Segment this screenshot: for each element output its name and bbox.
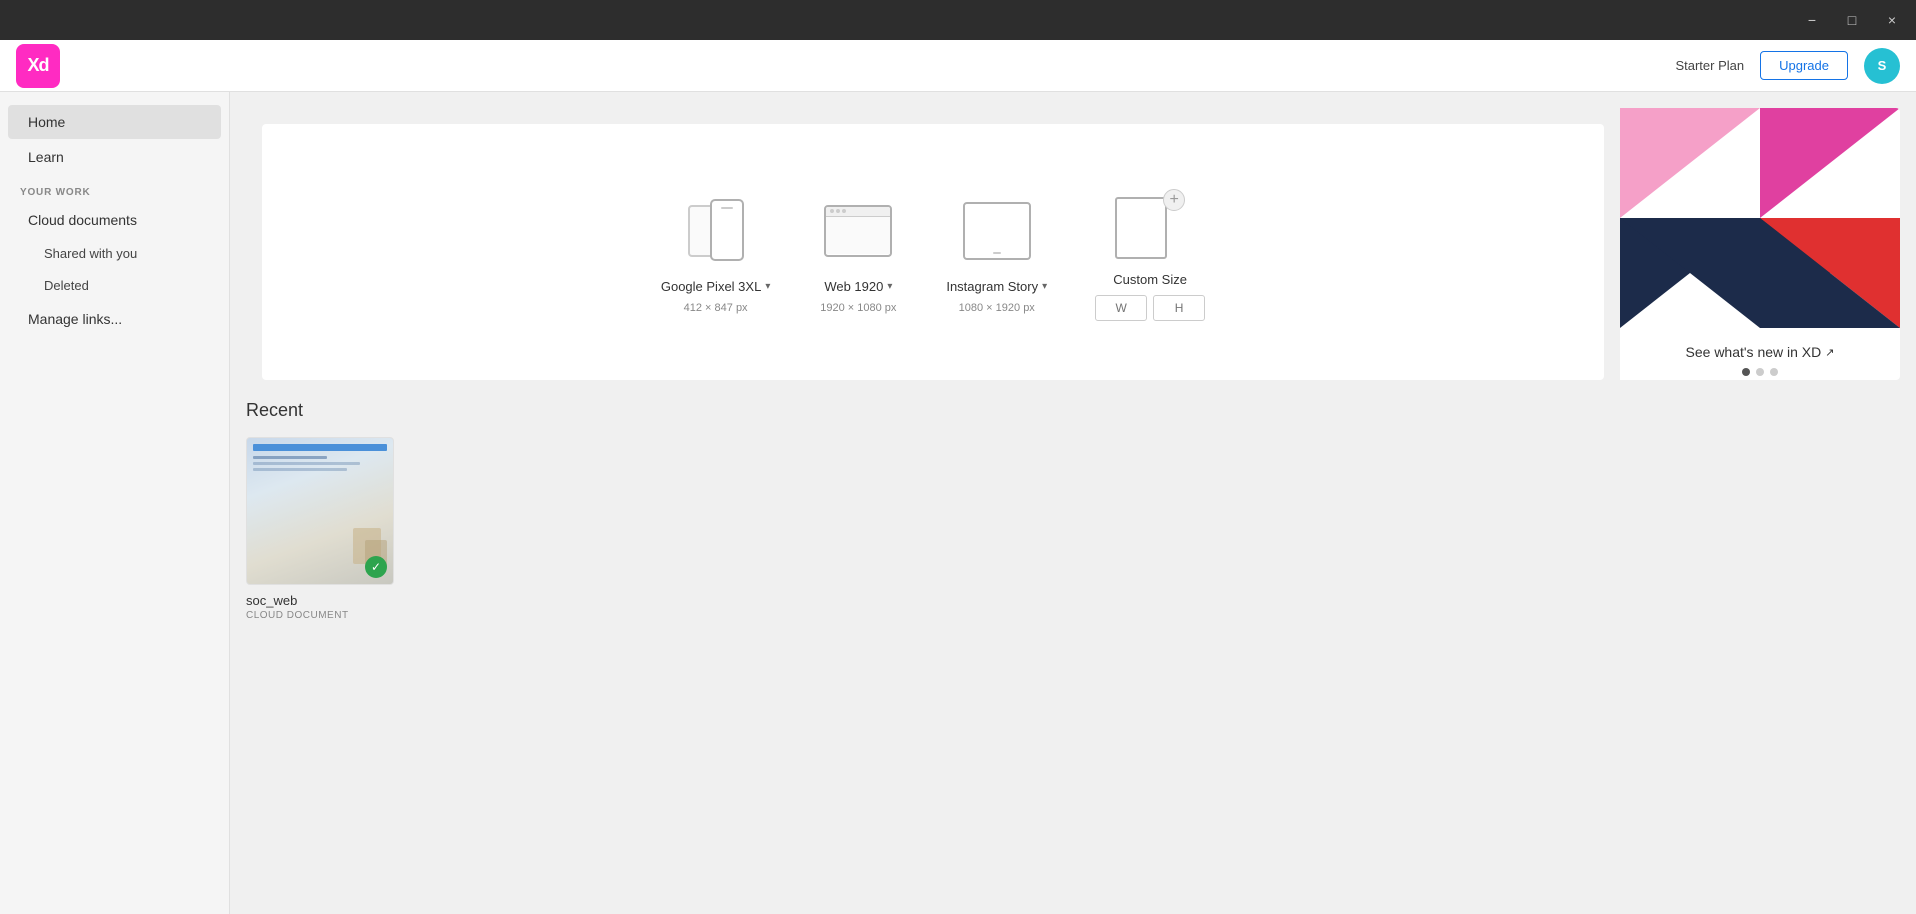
carousel-dots	[1636, 368, 1884, 376]
custom-height-input[interactable]	[1153, 295, 1205, 321]
sidebar-item-cloud-docs[interactable]: Cloud documents	[8, 203, 221, 237]
dropdown-arrow-pixel: ▾	[765, 281, 770, 292]
file-name: soc_web	[246, 593, 394, 608]
sidebar-item-shared[interactable]: Shared with you	[8, 238, 221, 269]
recent-title: Recent	[246, 400, 1900, 421]
app-body: Home Learn YOUR WORK Cloud documents Sha…	[0, 92, 1916, 914]
browser-dot-2	[836, 209, 840, 213]
template-label-web: Web 1920 ▾	[824, 279, 892, 294]
window-controls: − □ ×	[1800, 8, 1904, 32]
promo-graphic	[1620, 108, 1900, 328]
custom-doc-icon	[1115, 197, 1167, 259]
thumb-line-2	[253, 462, 360, 465]
starter-plan-label: Starter Plan	[1675, 58, 1744, 73]
promo-panel: See what's new in XD ↗	[1620, 108, 1900, 380]
custom-icon-box: +	[1110, 184, 1190, 264]
tablet-icon	[963, 202, 1031, 260]
template-label-pixel: Google Pixel 3XL ▾	[661, 279, 770, 294]
promo-svg	[1620, 108, 1900, 328]
header-bar: Xd Starter Plan Upgrade S	[0, 40, 1916, 92]
thumb-line-1	[253, 456, 327, 459]
whats-new-link[interactable]: See what's new in XD ↗	[1636, 344, 1884, 360]
sidebar-section-your-work: YOUR WORK	[0, 175, 229, 202]
browser-content	[826, 217, 890, 254]
template-name-custom: Custom Size	[1113, 272, 1187, 287]
template-google-pixel[interactable]: Google Pixel 3XL ▾ 412 × 847 px	[661, 191, 770, 314]
phone-speaker	[721, 207, 733, 209]
template-dim-insta: 1080 × 1920 px	[959, 302, 1035, 314]
sidebar-item-home[interactable]: Home	[8, 105, 221, 139]
external-link-icon: ↗	[1825, 346, 1834, 359]
phone-icon-box	[676, 191, 756, 271]
whats-new-label: See what's new in XD	[1686, 344, 1822, 360]
upgrade-button[interactable]: Upgrade	[1760, 51, 1848, 80]
main-content: Google Pixel 3XL ▾ 412 × 847 px	[230, 92, 1916, 914]
recent-files-grid: ✓ soc_web CLOUD DOCUMENT	[246, 437, 1900, 621]
promo-text-area: See what's new in XD ↗	[1620, 328, 1900, 380]
thumb-bar	[253, 444, 387, 451]
template-name-pixel: Google Pixel 3XL	[661, 279, 761, 294]
new-doc-area: Google Pixel 3XL ▾ 412 × 847 px	[246, 108, 1900, 380]
phone-front	[710, 199, 744, 261]
close-button[interactable]: ×	[1880, 8, 1904, 32]
carousel-dot-1[interactable]	[1742, 368, 1750, 376]
template-label-custom: Custom Size	[1113, 272, 1187, 287]
new-doc-panel: Google Pixel 3XL ▾ 412 × 847 px	[262, 124, 1604, 380]
file-thumbnail: ✓	[246, 437, 394, 585]
template-instagram[interactable]: Instagram Story ▾ 1080 × 1920 px	[946, 191, 1047, 314]
sidebar-item-manage-links[interactable]: Manage links...	[8, 302, 221, 336]
template-dim-web: 1920 × 1080 px	[820, 302, 896, 314]
browser-dot-3	[842, 209, 846, 213]
tablet-icon-box	[957, 191, 1037, 271]
sidebar-item-deleted[interactable]: Deleted	[8, 270, 221, 301]
browser-icon-box	[818, 191, 898, 271]
file-type: CLOUD DOCUMENT	[246, 610, 394, 621]
template-web-1920[interactable]: Web 1920 ▾ 1920 × 1080 px	[818, 191, 898, 314]
template-label-insta: Instagram Story ▾	[946, 279, 1047, 294]
dropdown-arrow-web: ▾	[887, 281, 892, 292]
sidebar-item-learn[interactable]: Learn	[8, 140, 221, 174]
avatar[interactable]: S	[1864, 48, 1900, 84]
file-card-soc-web[interactable]: ✓ soc_web CLOUD DOCUMENT	[246, 437, 394, 621]
browser-icon	[824, 205, 892, 257]
carousel-dot-2[interactable]	[1756, 368, 1764, 376]
template-name-web: Web 1920	[824, 279, 883, 294]
phone-icon	[688, 195, 744, 267]
custom-size-inputs	[1095, 295, 1205, 321]
recent-section: Recent ✓	[230, 380, 1916, 641]
template-dim-pixel: 412 × 847 px	[684, 302, 748, 314]
maximize-button[interactable]: □	[1840, 8, 1864, 32]
sync-badge: ✓	[365, 556, 387, 578]
app-logo: Xd	[16, 44, 60, 88]
template-custom[interactable]: + Custom Size	[1095, 184, 1205, 321]
minimize-button[interactable]: −	[1800, 8, 1824, 32]
thumb-line-3	[253, 468, 347, 471]
custom-icon: +	[1115, 189, 1185, 259]
template-name-insta: Instagram Story	[946, 279, 1038, 294]
sidebar: Home Learn YOUR WORK Cloud documents Sha…	[0, 92, 230, 914]
custom-plus-icon: +	[1163, 189, 1185, 211]
carousel-dot-3[interactable]	[1770, 368, 1778, 376]
browser-dot-1	[830, 209, 834, 213]
title-bar: − □ ×	[0, 0, 1916, 40]
browser-bar	[826, 207, 890, 217]
dropdown-arrow-insta: ▾	[1042, 281, 1047, 292]
custom-width-input[interactable]	[1095, 295, 1147, 321]
